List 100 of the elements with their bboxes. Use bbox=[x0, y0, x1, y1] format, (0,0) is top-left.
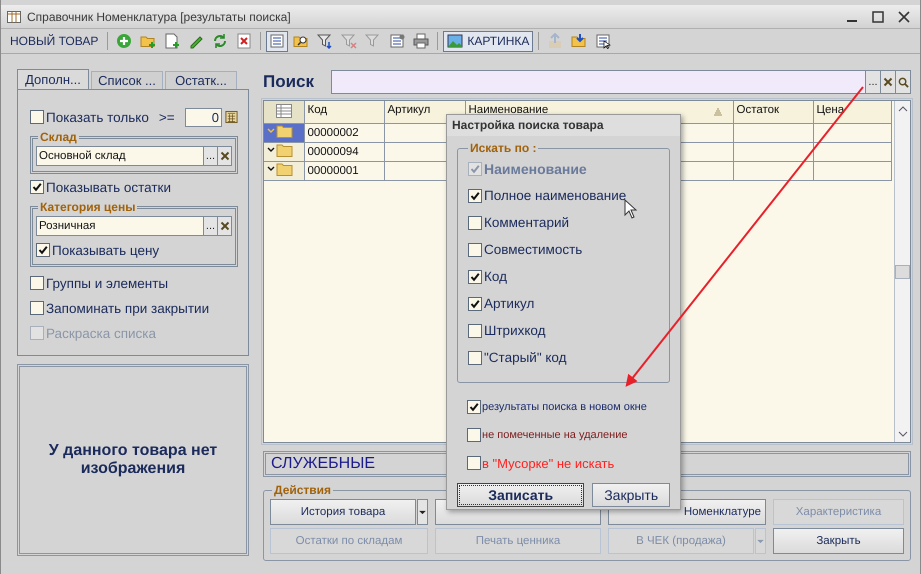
picture-icon bbox=[447, 33, 464, 49]
checkbox-label: Код bbox=[484, 269, 507, 284]
column-header[interactable]: Код bbox=[304, 101, 384, 123]
checkbox-label: "Старый" код bbox=[484, 350, 567, 365]
up-arrow-icon bbox=[547, 33, 564, 49]
row-selector[interactable] bbox=[264, 123, 304, 142]
checkbox[interactable] bbox=[30, 110, 44, 124]
warehouse-field[interactable]: Основной склад bbox=[36, 146, 204, 166]
checkbox[interactable] bbox=[468, 350, 482, 364]
table-icon bbox=[7, 10, 21, 22]
group-label: Действия bbox=[273, 483, 332, 497]
scroll-thumb[interactable] bbox=[895, 264, 910, 278]
checkbox[interactable] bbox=[468, 216, 482, 230]
table-cell: 00000094 bbox=[304, 142, 384, 161]
clear-icon bbox=[883, 77, 893, 87]
printer-icon bbox=[413, 33, 430, 49]
no-image-message: У данного товара нет изображения bbox=[48, 442, 218, 478]
search-button[interactable] bbox=[896, 70, 911, 94]
category-label: СЛУЖЕБНЫЕ bbox=[271, 455, 376, 473]
choose-button[interactable]: ... bbox=[204, 146, 218, 166]
group-label: Искать по : bbox=[469, 141, 538, 155]
calculator-icon[interactable] bbox=[225, 110, 238, 124]
checkbox[interactable] bbox=[30, 301, 44, 315]
checkbox[interactable] bbox=[468, 242, 482, 256]
filter-icon bbox=[317, 33, 334, 49]
checkbox-label: Показывать остатки bbox=[46, 180, 171, 194]
group-label: Категория цены bbox=[39, 200, 136, 214]
checkbox[interactable] bbox=[467, 456, 481, 470]
checkbox-label: Запоминать при закрытии bbox=[46, 300, 210, 316]
tab[interactable]: Остатк... bbox=[165, 71, 237, 89]
delete-icon bbox=[236, 33, 252, 49]
select-list-icon bbox=[595, 33, 612, 49]
table-cell: 00000001 bbox=[304, 161, 384, 180]
clear-icon bbox=[220, 221, 230, 231]
checkbox-label: Полное наименование bbox=[484, 188, 626, 203]
checkbox-label: результаты поиска в новом окне bbox=[482, 401, 647, 413]
column-header[interactable]: Цена bbox=[813, 101, 891, 123]
toolbar-button[interactable]: НОВЫЙ ТОВАР bbox=[6, 30, 102, 52]
add-icon bbox=[116, 33, 132, 49]
scrollbar[interactable] bbox=[894, 101, 910, 442]
checkbox-label: Совместимость bbox=[484, 242, 582, 257]
checkbox-label: Показать только bbox=[46, 110, 149, 124]
refresh-icon bbox=[212, 33, 228, 49]
checkbox-label: Группы и элементы bbox=[46, 276, 168, 290]
tab[interactable]: Дополн... bbox=[17, 69, 89, 89]
minimize-icon bbox=[846, 20, 858, 22]
number-field[interactable]: 0 bbox=[184, 108, 222, 126]
dialog-title: Настройка поиска товара bbox=[447, 115, 680, 136]
clear-button[interactable] bbox=[881, 70, 896, 94]
search-label: Поиск bbox=[263, 72, 316, 92]
checkbox[interactable] bbox=[467, 428, 481, 442]
checkbox[interactable] bbox=[468, 270, 482, 284]
checkbox[interactable] bbox=[468, 296, 482, 310]
toolbar-button[interactable]: КАРТИНКА bbox=[443, 30, 534, 52]
close-icon bbox=[898, 10, 910, 22]
checkbox-label: Раскраска списка bbox=[46, 326, 156, 340]
choose-button[interactable]: ... bbox=[866, 70, 881, 94]
checkbox-label: Штрихкод bbox=[484, 323, 546, 338]
checkbox-label: Комментарий bbox=[484, 215, 570, 230]
search-icon bbox=[898, 76, 908, 88]
checkbox[interactable] bbox=[468, 188, 482, 202]
checkbox[interactable] bbox=[30, 180, 44, 194]
sort-icon bbox=[712, 108, 722, 116]
dialog-button[interactable]: Записать bbox=[457, 483, 584, 507]
action-button[interactable]: Закрыть bbox=[773, 528, 904, 554]
folder-down-icon bbox=[571, 33, 588, 49]
price-category-field[interactable]: Розничная bbox=[36, 216, 204, 236]
row-selector[interactable] bbox=[264, 142, 304, 161]
caret-icon bbox=[419, 510, 426, 514]
dialog-button[interactable]: Закрыть bbox=[592, 483, 670, 507]
checkbox[interactable] bbox=[36, 243, 50, 257]
action-button[interactable]: История товара bbox=[270, 499, 416, 525]
cursor-icon bbox=[624, 199, 638, 219]
folder-icon bbox=[267, 143, 293, 157]
clear-icon bbox=[220, 151, 230, 161]
row-selector[interactable] bbox=[264, 161, 304, 180]
group-label: Склад bbox=[39, 130, 78, 144]
dropdown-button[interactable] bbox=[417, 499, 428, 525]
list-button[interactable] bbox=[266, 30, 288, 52]
filter-clear-icon bbox=[341, 33, 358, 49]
document-add-icon bbox=[164, 33, 180, 49]
checkbox-label: в "Мусорке" не искать bbox=[482, 456, 614, 470]
checkbox[interactable] bbox=[467, 400, 481, 414]
list-settings-icon bbox=[389, 33, 406, 49]
search-field[interactable] bbox=[331, 70, 866, 94]
table-cell: 00000002 bbox=[304, 123, 384, 142]
caret-icon bbox=[757, 538, 764, 544]
checkbox-label: не помеченные на удаление bbox=[482, 429, 628, 441]
tab[interactable]: Список ... bbox=[91, 71, 163, 89]
clear-button[interactable] bbox=[218, 146, 232, 166]
window-title: Справочник Номенклатура [результаты поиска] bbox=[27, 10, 291, 24]
checkbox[interactable] bbox=[30, 276, 44, 290]
list-icon bbox=[269, 33, 286, 49]
maximize-icon bbox=[872, 10, 884, 22]
operator-label: >= bbox=[158, 110, 175, 124]
clear-button[interactable] bbox=[218, 216, 232, 236]
column-header[interactable]: Остаток bbox=[733, 101, 813, 123]
checkbox[interactable] bbox=[468, 324, 482, 338]
folder-icon bbox=[267, 162, 293, 176]
choose-button[interactable]: ... bbox=[204, 216, 218, 236]
